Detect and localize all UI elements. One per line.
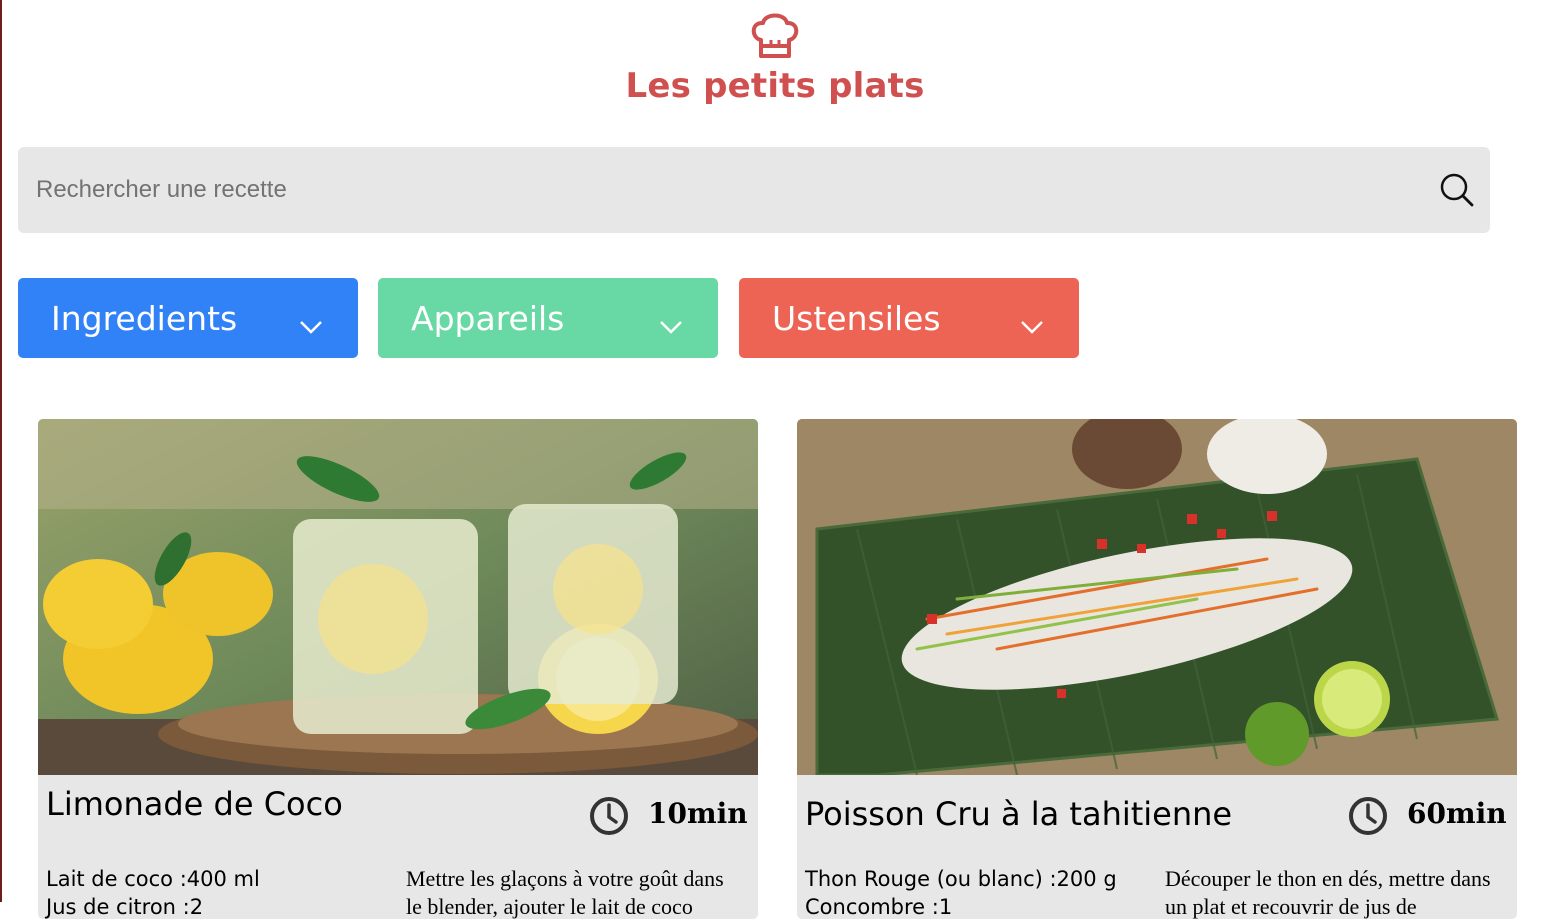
window-edge: [0, 0, 2, 902]
ingredient-item: Lait de coco :400 ml: [46, 867, 260, 891]
ingredient-item: Concombre :1: [805, 895, 953, 919]
search-bar: [18, 147, 1490, 233]
recipe-time: 60min: [1407, 797, 1507, 830]
ingredients-list: Thon Rouge (ou blanc) :200 g Concombre :…: [805, 865, 1145, 919]
filter-ingredients-label: Ingredients: [51, 298, 238, 338]
clock-icon: [588, 795, 630, 837]
ingredients-list: Lait de coco :400 ml Jus de citron :2: [46, 865, 386, 919]
recipe-time: 10min: [648, 797, 748, 830]
clock-icon: [1347, 795, 1389, 837]
site-title: Les petits plats: [625, 66, 925, 106]
recipe-description: Mettre les glaçons à votre goût dans le …: [406, 866, 724, 919]
ingredient-item: Jus de citron :2: [46, 895, 204, 919]
filter-ustensiles-label: Ustensiles: [772, 298, 941, 338]
filter-appareils-button[interactable]: Appareils: [378, 278, 718, 358]
recipe-image: [797, 419, 1517, 775]
chef-hat-icon: [747, 10, 803, 60]
filter-appareils-label: Appareils: [411, 298, 565, 338]
search-input[interactable]: [36, 147, 1436, 233]
filter-ingredients-button[interactable]: Ingredients: [18, 278, 358, 358]
filter-ustensiles-button[interactable]: Ustensiles: [739, 278, 1079, 358]
recipe-title: Poisson Cru à la tahitienne: [805, 795, 1233, 833]
recipe-card[interactable]: Limonade de Coco 10min Lait de coco :400…: [38, 419, 758, 919]
recipe-card[interactable]: Poisson Cru à la tahitienne 60min Thon R…: [797, 419, 1517, 919]
recipe-description: Découper le thon en dés, mettre dans un …: [1165, 866, 1491, 919]
recipe-image: [38, 419, 758, 775]
chevron-down-icon: [658, 306, 684, 334]
site-header: Les petits plats: [0, 10, 1550, 106]
chevron-down-icon: [298, 306, 324, 334]
search-icon[interactable]: [1438, 171, 1476, 209]
chevron-down-icon: [1019, 306, 1045, 334]
ingredient-item: Thon Rouge (ou blanc) :200 g: [805, 867, 1117, 891]
recipe-title: Limonade de Coco: [46, 785, 343, 823]
